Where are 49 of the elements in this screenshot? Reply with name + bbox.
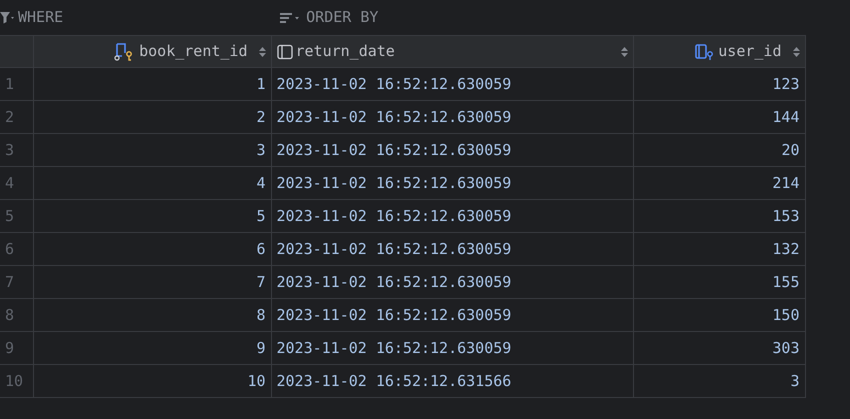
sort-arrows-icon[interactable]	[258, 46, 266, 56]
column-icon	[276, 44, 292, 60]
row-number: 9	[0, 332, 33, 364]
table-cell: 123	[633, 68, 805, 100]
table-cell: 20	[633, 134, 805, 166]
table-cell: 153	[633, 200, 805, 232]
row-number: 2	[0, 100, 33, 134]
table-cell: 144	[633, 100, 805, 134]
row-number: 4	[0, 166, 33, 200]
row-number: 7	[0, 266, 33, 298]
table-cell: 2023-11-02 16:52:12.631566	[271, 364, 633, 398]
table-cell: 8	[33, 298, 271, 332]
table-cell: 303	[633, 332, 805, 364]
table-cell: 214	[633, 166, 805, 200]
table-cell: 2023-11-02 16:52:12.630059	[271, 166, 633, 200]
table-cell: 2023-11-02 16:52:12.630059	[271, 200, 633, 232]
table-cell: 2	[33, 100, 271, 134]
table-cell: 2023-11-02 16:52:12.630059	[271, 332, 633, 364]
table-cell: 2023-11-02 16:52:12.630059	[271, 266, 633, 298]
row-number: 10	[0, 364, 33, 398]
table-cell: 5	[33, 200, 271, 232]
sort-arrows-icon[interactable]	[620, 46, 628, 56]
table-cell: 9	[33, 332, 271, 364]
row-number: 8	[0, 298, 33, 332]
table-cell: 4	[33, 166, 271, 200]
order-by-button[interactable]: ORDER BY	[280, 6, 378, 29]
table-cell: 1	[33, 68, 271, 100]
column-header[interactable]: return_date	[296, 40, 395, 63]
table-cell: 2023-11-02 16:52:12.630059	[271, 68, 633, 100]
table-cell: 7	[33, 266, 271, 298]
filter-icon	[0, 12, 14, 24]
table-cell: 2023-11-02 16:52:12.630059	[271, 232, 633, 266]
table-cell: 2023-11-02 16:52:12.630059	[271, 298, 633, 332]
table-cell: 150	[633, 298, 805, 332]
foreign-key-column-icon	[695, 42, 716, 60]
table-cell: 132	[633, 232, 805, 266]
table-cell: 2023-11-02 16:52:12.630059	[271, 134, 633, 166]
where-filter-button[interactable]: WHERE	[0, 6, 64, 29]
row-number: 3	[0, 134, 33, 166]
table-cell: 6	[33, 232, 271, 266]
row-number: 6	[0, 232, 33, 266]
table-cell: 155	[633, 266, 805, 298]
table-cell: 2023-11-02 16:52:12.630059	[271, 100, 633, 134]
table-cell: 10	[33, 364, 271, 398]
table-cell: 3	[633, 364, 805, 398]
sort-arrows-icon[interactable]	[792, 46, 800, 56]
row-number: 1	[0, 68, 33, 100]
table-cell: 3	[33, 134, 271, 166]
row-number: 5	[0, 200, 33, 232]
